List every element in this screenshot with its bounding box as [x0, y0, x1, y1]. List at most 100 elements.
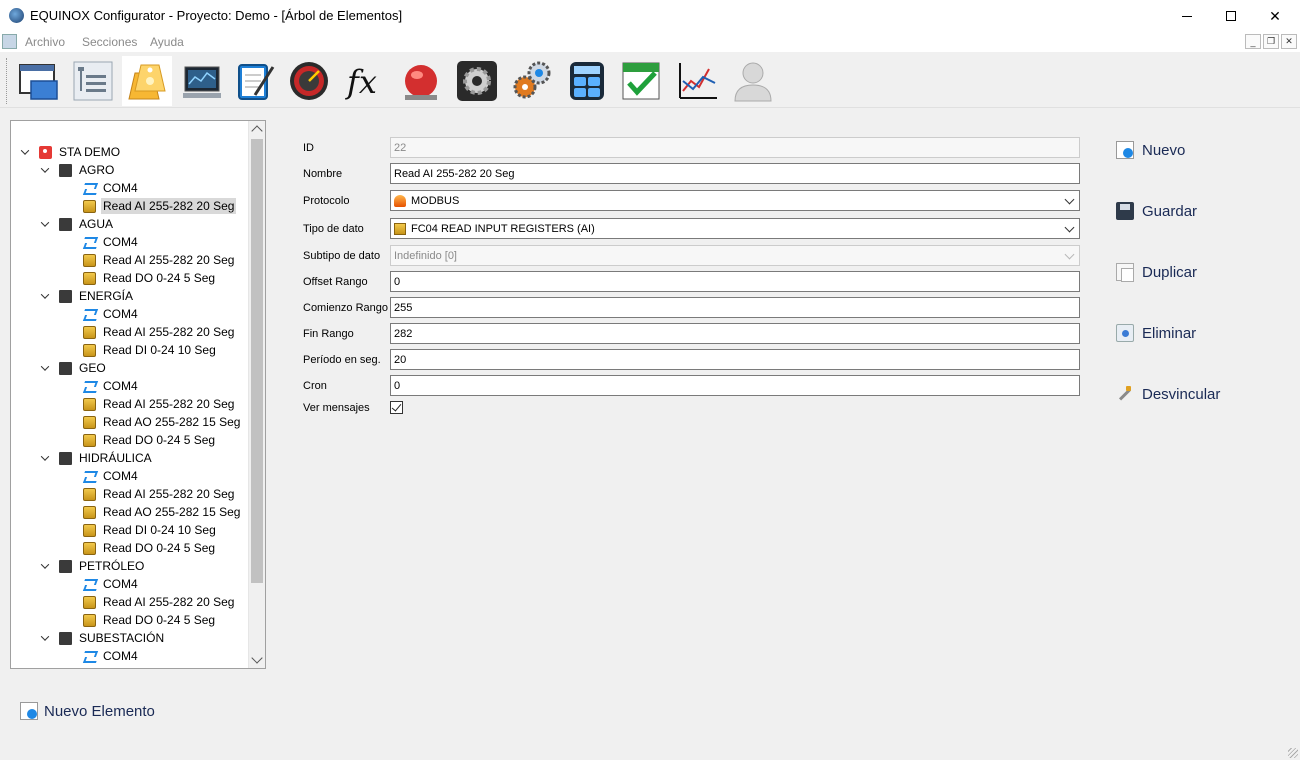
comienzo-rango-field[interactable]: 255: [390, 297, 1080, 318]
desvincular-button[interactable]: Desvincular: [1116, 382, 1220, 406]
toolbar-gauge-button[interactable]: [284, 56, 334, 106]
tree-node[interactable]: Read AI 255-282 20 Seg: [83, 197, 237, 215]
tree-node-label: COM4: [103, 379, 138, 393]
device-group-icon: [59, 631, 72, 645]
resize-grip[interactable]: [1288, 748, 1298, 758]
tree-node[interactable]: Read AO 255-282 15 Seg: [83, 413, 240, 431]
element-tree[interactable]: STA DEMO AGRO COM4 Read AI 255-282 20 Seg AG…: [10, 120, 266, 669]
toolbar-window-button[interactable]: [14, 56, 64, 106]
tree-node-label: ENERGÍA: [79, 289, 134, 303]
cron-label: Cron: [303, 380, 327, 392]
tree-node[interactable]: COM4: [83, 467, 138, 485]
tipo-dato-select[interactable]: FC04 READ INPUT REGISTERS (AI): [390, 218, 1080, 239]
nombre-label: Nombre: [303, 168, 343, 180]
subtipo-dato-select: Indefinido [0]: [390, 245, 1080, 266]
tree-node[interactable]: GEO: [39, 359, 106, 377]
tree-node[interactable]: Read DI 0-24 10 Seg: [83, 341, 216, 359]
toolbar-user-button[interactable]: [728, 56, 778, 106]
protocolo-select[interactable]: MODBUS: [390, 190, 1080, 211]
chevron-down-icon[interactable]: [39, 218, 51, 230]
mdi-minimize-button[interactable]: _: [1245, 34, 1261, 49]
tree-node[interactable]: Read DO 0-24 5 Seg: [83, 269, 215, 287]
tree-node[interactable]: Read DO 0-24 5 Seg: [83, 611, 215, 629]
toolbar-function-button[interactable]: fx: [342, 56, 392, 106]
id-field: 22: [390, 137, 1080, 158]
nombre-field[interactable]: Read AI 255-282 20 Seg: [390, 163, 1080, 184]
toolbar-calendar-button[interactable]: [616, 56, 666, 106]
toolbar-calculator-button[interactable]: [562, 56, 612, 106]
tree-node[interactable]: SUBESTACIÓN: [39, 629, 164, 647]
menu-secciones[interactable]: Secciones: [82, 35, 137, 49]
scroll-down-icon[interactable]: [251, 652, 263, 664]
window-title: EQUINOX Configurator - Proyecto: Demo - …: [30, 8, 403, 23]
device-group-icon: [59, 559, 72, 573]
com-port-icon: [83, 182, 96, 195]
tree-node[interactable]: Read DI 0-24 10 Seg: [83, 521, 216, 539]
maximize-button[interactable]: [1208, 0, 1254, 32]
calculator-icon: [570, 62, 604, 100]
menu-ayuda[interactable]: Ayuda: [150, 35, 184, 49]
chevron-down-icon[interactable]: [39, 362, 51, 374]
toolbar-grip[interactable]: [6, 58, 9, 104]
chevron-down-icon[interactable]: [39, 452, 51, 464]
tree-node[interactable]: COM4: [83, 647, 138, 665]
function-icon: fx: [345, 63, 377, 101]
cron-field[interactable]: 0: [390, 375, 1080, 396]
window-icon: [19, 64, 58, 100]
scroll-thumb[interactable]: [251, 139, 263, 583]
close-icon: ✕: [1269, 7, 1281, 24]
tree-node[interactable]: COM4: [83, 377, 138, 395]
tree-node[interactable]: STA DEMO: [19, 143, 120, 161]
tree-node[interactable]: AGUA: [39, 215, 113, 233]
tree-node[interactable]: HIDRÁULICA: [39, 449, 152, 467]
tree-node[interactable]: Read DO 0-24 5 Seg: [83, 539, 215, 557]
periodo-field[interactable]: 20: [390, 349, 1080, 370]
mdi-restore-button[interactable]: ❐: [1263, 34, 1279, 49]
chevron-down-icon[interactable]: [39, 560, 51, 572]
tree-scrollbar[interactable]: [248, 121, 265, 668]
chevron-down-icon[interactable]: [39, 632, 51, 644]
tree-node[interactable]: Read AO 255-282 15 Seg: [83, 503, 240, 521]
duplicar-button[interactable]: Duplicar: [1116, 260, 1197, 284]
tree-node[interactable]: Read AI 255-282 20 Seg: [83, 251, 234, 269]
toolbar-notepad-button[interactable]: [230, 56, 280, 106]
device-group-icon: [59, 361, 72, 375]
toolbar-gear-button[interactable]: [452, 56, 502, 106]
chevron-down-icon[interactable]: [39, 290, 51, 302]
close-button[interactable]: ✕: [1252, 0, 1298, 32]
toolbar-alarm-button[interactable]: [396, 56, 446, 106]
toolbar-monitor-button[interactable]: [176, 56, 226, 106]
scroll-up-icon[interactable]: [251, 125, 263, 137]
chevron-down-icon[interactable]: [19, 146, 31, 158]
tree-node-label: Read DO 0-24 5 Seg: [103, 271, 216, 285]
tree-node[interactable]: COM4: [83, 233, 138, 251]
tree-node[interactable]: Read AI 255-282 20 Seg: [83, 323, 234, 341]
tree-node[interactable]: Read AI 255-282 20 Seg: [83, 395, 234, 413]
mdi-close-button[interactable]: ✕: [1281, 34, 1297, 49]
guardar-button[interactable]: Guardar: [1116, 199, 1197, 223]
tree-node[interactable]: COM4: [83, 305, 138, 323]
nuevo-elemento-button[interactable]: Nuevo Elemento: [20, 700, 155, 722]
tree-node[interactable]: ENERGÍA: [39, 287, 133, 305]
com-port-icon: [83, 308, 96, 321]
tree-node[interactable]: Read DO 0-24 5 Seg: [83, 431, 215, 449]
tree-node[interactable]: COM4: [83, 179, 138, 197]
tree-node[interactable]: AGRO: [39, 161, 114, 179]
toolbar-gears-button[interactable]: [508, 56, 558, 106]
toolbar-tree-button[interactable]: [68, 56, 118, 106]
tree-node[interactable]: Read AI 255-282 20 Seg: [83, 485, 234, 503]
ver-mensajes-checkbox[interactable]: [390, 401, 403, 414]
menu-archivo[interactable]: Archivo: [25, 35, 65, 49]
tree-node[interactable]: Read AI 255-282 20 Seg: [83, 593, 234, 611]
tree-node[interactable]: COM4: [83, 575, 138, 593]
toolbar-tags-button[interactable]: [122, 56, 172, 106]
nuevo-button[interactable]: Nuevo: [1116, 138, 1185, 162]
minimize-button[interactable]: [1164, 0, 1210, 32]
chevron-down-icon[interactable]: [39, 164, 51, 176]
tree-node[interactable]: PETRÓLEO: [39, 557, 144, 575]
toolbar-chart-button[interactable]: [672, 56, 722, 106]
eliminar-button[interactable]: Eliminar: [1116, 321, 1196, 345]
fin-rango-field[interactable]: 282: [390, 323, 1080, 344]
mdi-document-icon[interactable]: [2, 34, 17, 49]
offset-rango-field[interactable]: 0: [390, 271, 1080, 292]
